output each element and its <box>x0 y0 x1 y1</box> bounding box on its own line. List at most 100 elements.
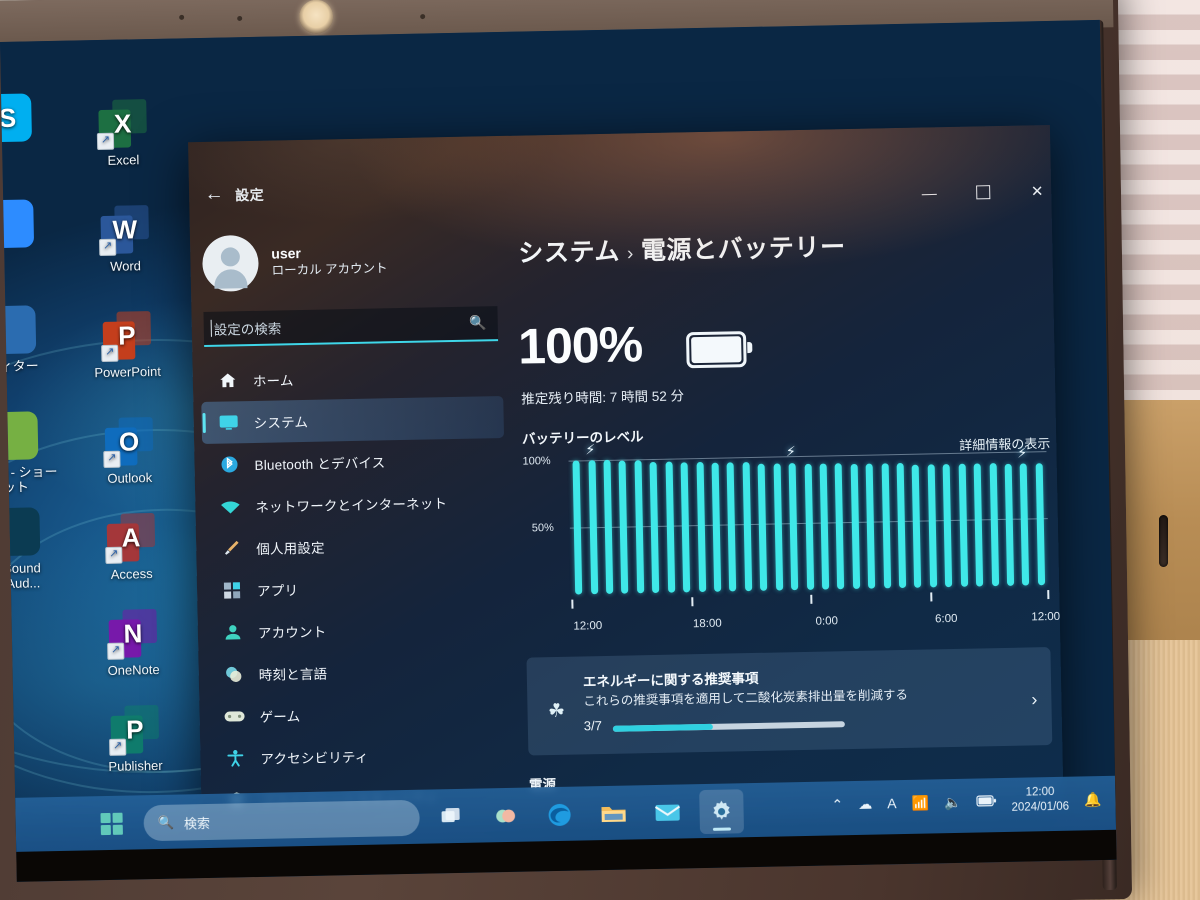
search-icon[interactable]: 🔍 <box>469 314 487 331</box>
sidebar-item-6[interactable]: アカウント <box>205 606 508 654</box>
task-view-icon[interactable] <box>429 795 474 840</box>
battery-percent: 100% <box>517 316 643 375</box>
sidebar-item-7[interactable]: 時刻と言語 <box>206 648 509 696</box>
account-block[interactable]: user ローカル アカウント <box>201 232 388 292</box>
minimize-button[interactable]: — <box>907 179 952 208</box>
chart-bar <box>912 464 922 588</box>
progress-label: 3/7 <box>583 718 603 734</box>
chevron-right-icon[interactable]: › <box>1031 689 1037 710</box>
sidebar-item-9[interactable]: アクセシビリティ <box>208 732 511 780</box>
chart-bar <box>665 461 675 593</box>
chart-title: バッテリーのレベル <box>521 429 644 447</box>
sidebar-item-3[interactable]: ネットワークとインターネット <box>203 480 506 528</box>
x-axis-tick <box>1047 590 1050 600</box>
breadcrumb: システム › 電源とバッテリー <box>518 227 846 270</box>
edge-browser-icon[interactable] <box>537 792 582 837</box>
wifi-icon[interactable]: 📶 <box>911 794 929 811</box>
mail-icon[interactable] <box>645 790 690 835</box>
sidebar-item-0[interactable]: ホーム <box>200 354 503 402</box>
app-icon <box>0 199 35 249</box>
sidebar-item-2[interactable]: Bluetooth とデバイス <box>202 438 505 486</box>
laptop-photo-screenshot: Sype omom エディター order - ショートカット ook Sounde b… <box>0 0 1200 900</box>
shortcut-arrow-icon: ↗ <box>105 546 123 564</box>
progress-fill <box>612 723 713 732</box>
desktop-icon-1[interactable]: W ↗ Word <box>78 205 171 275</box>
breadcrumb-root[interactable]: システム <box>518 238 620 268</box>
back-arrow-icon[interactable]: ← <box>197 179 232 210</box>
sidebar-item-label: システム <box>253 414 309 431</box>
chart-bar <box>680 462 691 593</box>
desktop-icon-4[interactable]: A ↗ Access <box>84 512 177 583</box>
desktop-icon-label: エディター <box>0 358 39 375</box>
breadcrumb-leaf: 電源とバッテリー <box>640 233 846 266</box>
battery-icon[interactable] <box>976 793 997 809</box>
sidebar-item-label: 時刻と言語 <box>258 666 328 683</box>
chart-bar <box>1020 463 1030 586</box>
desktop-edge-icon-4[interactable]: ook Sounde by Aud... <box>0 507 67 592</box>
desktop-icon-label: Word <box>109 258 142 274</box>
microphone-hole <box>237 15 243 21</box>
folder-icon[interactable] <box>591 791 636 836</box>
speaker-icon[interactable]: 🔈 <box>944 793 962 810</box>
widgets-icon[interactable] <box>483 794 528 839</box>
sidebar-item-5[interactable]: アプリ <box>205 564 508 612</box>
desktop-icon-label: Excel <box>107 152 140 168</box>
sidebar-item-4[interactable]: 個人用設定 <box>204 522 507 570</box>
ime-mode-indicator[interactable]: A <box>887 795 897 811</box>
x-axis-label: 18:00 <box>692 617 722 631</box>
windows-start-icon[interactable] <box>89 801 134 846</box>
sidebar-item-8[interactable]: ゲーム <box>207 690 510 738</box>
search-icon: 🔍 <box>157 814 175 830</box>
battery-full-icon <box>685 331 747 369</box>
desktop-edge-icon-2[interactable]: エディター <box>0 305 63 375</box>
maximize-button[interactable] <box>961 178 1006 207</box>
microphone-hole <box>179 14 185 20</box>
desktop-edge-icon-1[interactable]: omom <box>0 199 61 284</box>
desktop-edge-icon-3[interactable]: order - ショートカット <box>0 411 65 496</box>
tray-overflow-chevron-icon[interactable]: ⌃ <box>831 796 843 813</box>
sidebar-item-1[interactable]: システム <box>201 395 505 445</box>
desktop-edge-icon-0[interactable]: Sype <box>0 93 58 163</box>
desktop-icon-6[interactable]: P ↗ Publisher <box>88 704 181 775</box>
chart-bar <box>773 463 783 591</box>
desktop-icon-0[interactable]: X ↗ Excel <box>76 99 169 169</box>
chart-bar <box>757 463 768 591</box>
desktop-icon-label: OneNote <box>107 661 160 678</box>
chart-bar <box>1004 463 1015 586</box>
search-input[interactable]: 設定の検索 🔍 <box>203 306 499 347</box>
chart-bar <box>603 459 614 594</box>
breadcrumb-separator: › <box>626 243 635 265</box>
app-icon: W ↗ <box>98 205 149 257</box>
desktop-icon-3[interactable]: O ↗ Outlook <box>83 417 176 487</box>
energy-recommendations-card[interactable]: ☘ エネルギーに関する推奨事項 これらの推奨事項を適用して二酸化炭素排出量を削減… <box>526 647 1053 756</box>
chart-bar <box>588 460 598 595</box>
desktop-icon-5[interactable]: N ↗ OneNote <box>86 608 179 679</box>
person-avatar-icon <box>201 234 260 292</box>
app-icon: P ↗ <box>101 311 152 363</box>
desktop-icon-2[interactable]: P ↗ PowerPoint <box>80 311 173 381</box>
desktop-icon-label-2: om <box>0 267 61 284</box>
chart-bar <box>788 462 799 591</box>
tray-clock[interactable]: 12:00 2024/01/06 <box>1011 785 1069 816</box>
desktop-icon-label: Outlook <box>107 470 153 486</box>
x-axis-label: 6:00 <box>934 612 958 626</box>
sidebar-item-label: Bluetooth とデバイス <box>254 455 386 473</box>
chart-bar <box>896 463 907 589</box>
side-port <box>1159 515 1168 567</box>
wifi-icon <box>217 496 243 517</box>
desktop-icon-label: Access <box>110 566 153 582</box>
chart-bar <box>742 462 752 592</box>
ime-cloud-icon[interactable]: ☁ <box>858 795 872 812</box>
desktop-icon-label: Publisher <box>108 757 163 774</box>
sidebar-item-label: ゲーム <box>259 709 301 725</box>
app-icon: N ↗ <box>107 608 158 660</box>
chart-bars <box>569 451 1050 595</box>
battery-level-chart[interactable]: 100% 50% 12:00 18:00 0:00 6:00 12:00 ⚡ ⚡ ⚡ <box>522 441 1060 640</box>
sidebar-nav: ホームシステム Bluetooth とデバイスネットワークとインターネット 個人用設… <box>200 354 511 822</box>
chart-bar <box>834 463 845 590</box>
apps-icon <box>219 580 245 601</box>
x-axis-tick <box>810 594 813 604</box>
bell-icon[interactable]: 🔔 <box>1084 791 1102 808</box>
taskbar-search[interactable]: 🔍 検索 <box>143 799 421 842</box>
gear-icon[interactable] <box>699 789 745 835</box>
